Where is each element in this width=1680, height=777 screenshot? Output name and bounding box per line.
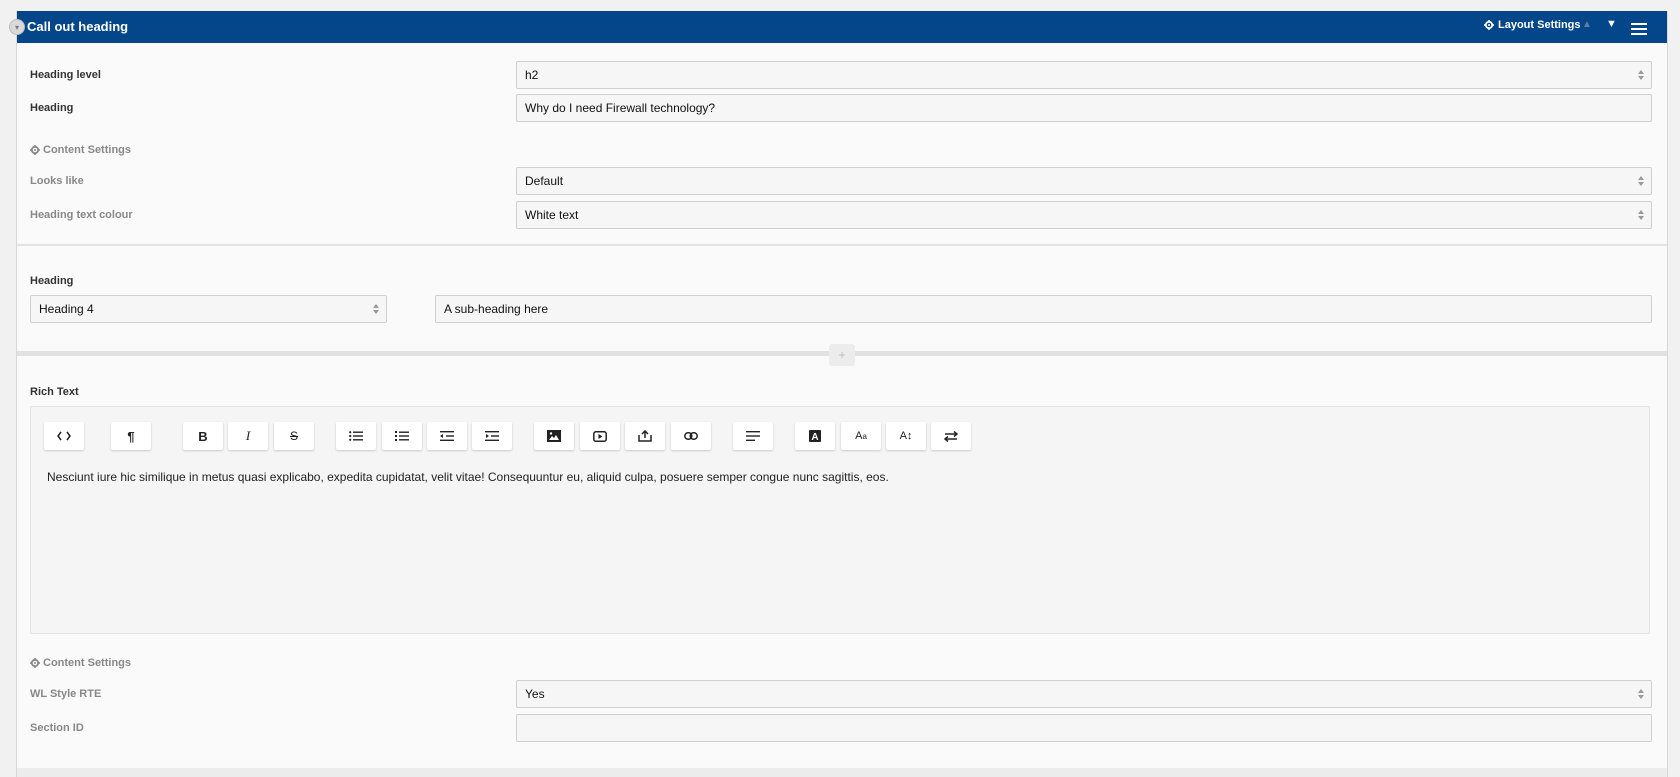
wl-style-rte-select[interactable]: Yes	[516, 680, 1652, 708]
heading-level-label: Heading level	[30, 69, 101, 81]
block-editor-panel: ▾ Call out heading Layout Settings ▲ ▼ H…	[9, 11, 1668, 777]
code-icon	[57, 431, 71, 441]
outdent-icon	[440, 431, 454, 441]
block-header-bar: ▾ Call out heading Layout Settings ▲ ▼	[9, 11, 1667, 43]
link-icon	[684, 432, 698, 440]
subheading-label: Heading	[30, 275, 74, 287]
code-view-button[interactable]	[44, 422, 84, 450]
insert-link-button[interactable]	[671, 422, 711, 450]
select-arrows-icon	[1638, 689, 1644, 699]
indent-icon	[485, 431, 499, 441]
text-direction-button[interactable]	[931, 422, 971, 450]
select-arrows-icon	[1638, 210, 1644, 220]
embed-icon	[638, 430, 652, 442]
bold-icon: B	[198, 428, 208, 444]
strikethrough-button[interactable]: S	[274, 422, 314, 450]
looks-like-label: Looks like	[30, 175, 84, 187]
numbered-list-button[interactable]	[382, 422, 422, 450]
insert-image-button[interactable]	[534, 422, 574, 450]
strikethrough-icon: S	[289, 429, 298, 443]
italic-icon: I	[245, 428, 251, 443]
block-title: Call out heading	[27, 19, 129, 34]
wl-style-rte-value: Yes	[525, 687, 545, 701]
layout-settings-label: Layout Settings	[1498, 19, 1581, 31]
section-id-label: Section ID	[30, 722, 84, 734]
heading-type-value: Heading 4	[39, 302, 94, 316]
layout-settings-button[interactable]: Layout Settings	[1484, 19, 1581, 31]
bullet-list-button[interactable]	[336, 422, 376, 450]
hamburger-menu-icon[interactable]	[1631, 23, 1647, 38]
select-arrows-icon	[373, 304, 379, 314]
collapse-icon[interactable]: ▾	[9, 19, 25, 35]
indent-button[interactable]	[472, 422, 512, 450]
plus-icon: +	[838, 348, 846, 362]
heading-text-colour-value: White text	[525, 208, 579, 222]
subheading-input[interactable]: A sub-heading here	[435, 295, 1652, 323]
image-icon	[547, 430, 561, 442]
font-size-button[interactable]: Aa	[841, 422, 881, 450]
text-color-button[interactable]: A	[795, 422, 835, 450]
heading-input-value: Why do I need Firewall technology?	[525, 101, 716, 115]
heading-text-colour-select[interactable]: White text	[516, 201, 1652, 229]
heading-input[interactable]: Why do I need Firewall technology?	[516, 94, 1652, 122]
insert-video-button[interactable]	[580, 422, 620, 450]
paragraph-icon: ¶	[127, 428, 135, 444]
line-height-button[interactable]: A↕	[886, 422, 926, 450]
text-color-icon: A	[809, 430, 821, 442]
rich-text-editor[interactable]: ¶ B I S A Aa A↕ Nesciunt iure hic simili…	[30, 406, 1650, 634]
section-id-input[interactable]	[516, 714, 1652, 742]
looks-like-select[interactable]: Default	[516, 167, 1652, 195]
heading-level-value: h2	[525, 68, 539, 82]
align-left-icon	[746, 431, 760, 441]
add-block-button[interactable]: +	[829, 344, 855, 366]
outdent-button[interactable]	[427, 422, 467, 450]
heading-label: Heading	[30, 102, 74, 114]
gear-icon	[30, 145, 40, 155]
looks-like-value: Default	[525, 174, 564, 188]
font-size-icon: Aa	[855, 430, 867, 442]
numbered-list-icon	[395, 431, 409, 441]
heading-level-select[interactable]: h2	[516, 61, 1652, 89]
video-icon	[593, 430, 607, 442]
bold-button[interactable]: B	[183, 422, 223, 450]
heading-text-colour-label: Heading text colour	[30, 209, 133, 221]
select-arrows-icon	[1638, 70, 1644, 80]
direction-icon	[944, 430, 958, 442]
rich-text-label: Rich Text	[30, 386, 79, 398]
select-arrows-icon	[1638, 176, 1644, 186]
content-settings-label: Content Settings	[43, 144, 131, 156]
embed-button[interactable]	[625, 422, 665, 450]
wl-style-rte-label: WL Style RTE	[30, 688, 102, 700]
align-button[interactable]	[733, 422, 773, 450]
move-down-icon[interactable]: ▼	[1606, 18, 1617, 30]
svg-text:A: A	[811, 432, 818, 442]
bullet-list-icon	[349, 431, 363, 441]
content-settings-heading[interactable]: Content Settings	[30, 657, 131, 669]
gear-icon	[1484, 20, 1494, 30]
italic-button[interactable]: I	[228, 422, 268, 450]
move-up-icon[interactable]: ▲	[1582, 19, 1592, 30]
section-divider	[17, 768, 1667, 777]
gear-icon	[30, 658, 40, 668]
subheading-input-value: A sub-heading here	[444, 302, 549, 316]
heading-type-select[interactable]: Heading 4	[30, 295, 387, 323]
rich-text-content[interactable]: Nesciunt iure hic similique in metus qua…	[47, 470, 889, 484]
section-divider	[17, 244, 1667, 246]
paragraph-button[interactable]: ¶	[111, 422, 151, 450]
line-height-icon: A↕	[899, 430, 913, 442]
content-settings-heading[interactable]: Content Settings	[30, 144, 131, 156]
content-settings-label: Content Settings	[43, 657, 131, 669]
